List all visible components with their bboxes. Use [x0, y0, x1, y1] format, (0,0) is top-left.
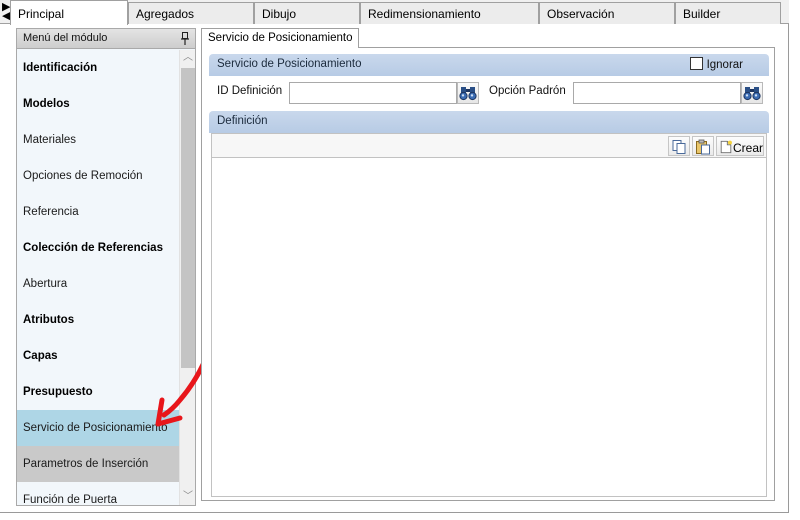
group-title: Servicio de Posicionamiento	[217, 58, 362, 70]
definition-group-header: Definición	[209, 111, 769, 133]
positioning-service-group-header: Servicio de Posicionamiento Ignorar	[209, 54, 769, 76]
create-button[interactable]: Crear	[716, 136, 764, 156]
scroll-up-icon[interactable]: ︿	[180, 50, 196, 66]
menu-item-identificacion[interactable]: Identificación	[17, 50, 179, 86]
tab-scroll-left-icon[interactable]: ▶ ◀	[2, 2, 10, 22]
paste-icon	[696, 139, 710, 155]
tab-agregados[interactable]: Agregados	[128, 2, 254, 24]
tab-servicio-de-posicionamiento[interactable]: Servicio de Posicionamiento	[201, 28, 360, 48]
binoculars-icon	[459, 87, 477, 101]
tab-label: Redimensionamiento	[368, 7, 481, 21]
tab-label: Dibujo	[262, 7, 297, 21]
id-definition-search-button[interactable]	[457, 82, 479, 104]
menu-item-opciones-de-remocion[interactable]: Opciones de Remoción	[17, 158, 179, 194]
menu-item-referencia[interactable]: Referencia	[17, 194, 179, 230]
menu-item-modelos[interactable]: Modelos	[17, 86, 179, 122]
menu-item-parametros-de-insercion[interactable]: Parametros de Inserción	[17, 446, 179, 482]
tab-label: Observación	[547, 7, 615, 21]
positioning-service-panel: Servicio de Posicionamiento Ignorar ID D…	[201, 47, 775, 501]
new-document-icon	[720, 140, 732, 154]
checkbox-box[interactable]	[689, 57, 703, 70]
main-tabbar: ▶ ◀ Principal Agregados Dibujo Redimensio…	[0, 0, 789, 25]
definition-toolbar: Crear	[212, 134, 766, 158]
module-menu-scrollbar[interactable]: ︿ ﹀	[179, 50, 195, 505]
definition-title: Definición	[217, 115, 268, 127]
copy-button[interactable]	[668, 136, 690, 156]
menu-item-funcion-de-puerta[interactable]: Función de Puerta	[17, 482, 179, 505]
pattern-option-label: Opción Padrón	[489, 85, 566, 97]
window-frame: ▶ ◀ Principal Agregados Dibujo Redimensio…	[0, 0, 789, 513]
copy-icon	[672, 140, 686, 154]
tab-label: Agregados	[136, 7, 195, 21]
tab-principal[interactable]: Principal	[10, 0, 128, 25]
tab-label: Principal	[18, 7, 65, 21]
module-menu-header: Menú del módulo	[17, 29, 195, 49]
scroll-down-icon[interactable]: ﹀	[180, 489, 196, 505]
module-menu-list: Identificación Modelos Materiales Opcion…	[17, 50, 179, 505]
tab-redimensionamiento[interactable]: Redimensionamiento	[360, 2, 539, 24]
pin-icon[interactable]	[181, 32, 189, 45]
menu-item-abertura[interactable]: Abertura	[17, 266, 179, 302]
module-menu-title: Menú del módulo	[23, 32, 108, 44]
tab-builder[interactable]: Builder	[675, 2, 781, 24]
ignore-label: Ignorar	[706, 59, 743, 71]
tab-label: Builder	[683, 7, 721, 21]
id-definition-input[interactable]	[289, 82, 457, 104]
ignore-checkbox[interactable]: Ignorar	[689, 57, 743, 71]
definition-form-row: ID Definición Opción Padrón	[209, 79, 769, 105]
menu-item-materiales[interactable]: Materiales	[17, 122, 179, 158]
scroll-thumb[interactable]	[181, 68, 195, 368]
menu-item-coleccion-de-referencias[interactable]: Colección de Referencias	[17, 230, 179, 266]
pattern-option-input[interactable]	[573, 82, 741, 104]
sub-tab-label: Servicio de Posicionamiento	[208, 32, 353, 44]
module-menu: Menú del módulo Identificación Modelos M…	[16, 28, 196, 506]
binoculars-icon	[743, 87, 761, 101]
tab-dibujo[interactable]: Dibujo	[254, 2, 360, 24]
menu-item-atributos[interactable]: Atributos	[17, 302, 179, 338]
create-label: Crear	[733, 141, 764, 155]
tab-observacion[interactable]: Observación	[539, 2, 675, 24]
pattern-option-search-button[interactable]	[741, 82, 763, 104]
definition-area: Crear	[211, 133, 767, 497]
id-definition-label: ID Definición	[217, 85, 283, 97]
paste-button[interactable]	[692, 136, 714, 156]
